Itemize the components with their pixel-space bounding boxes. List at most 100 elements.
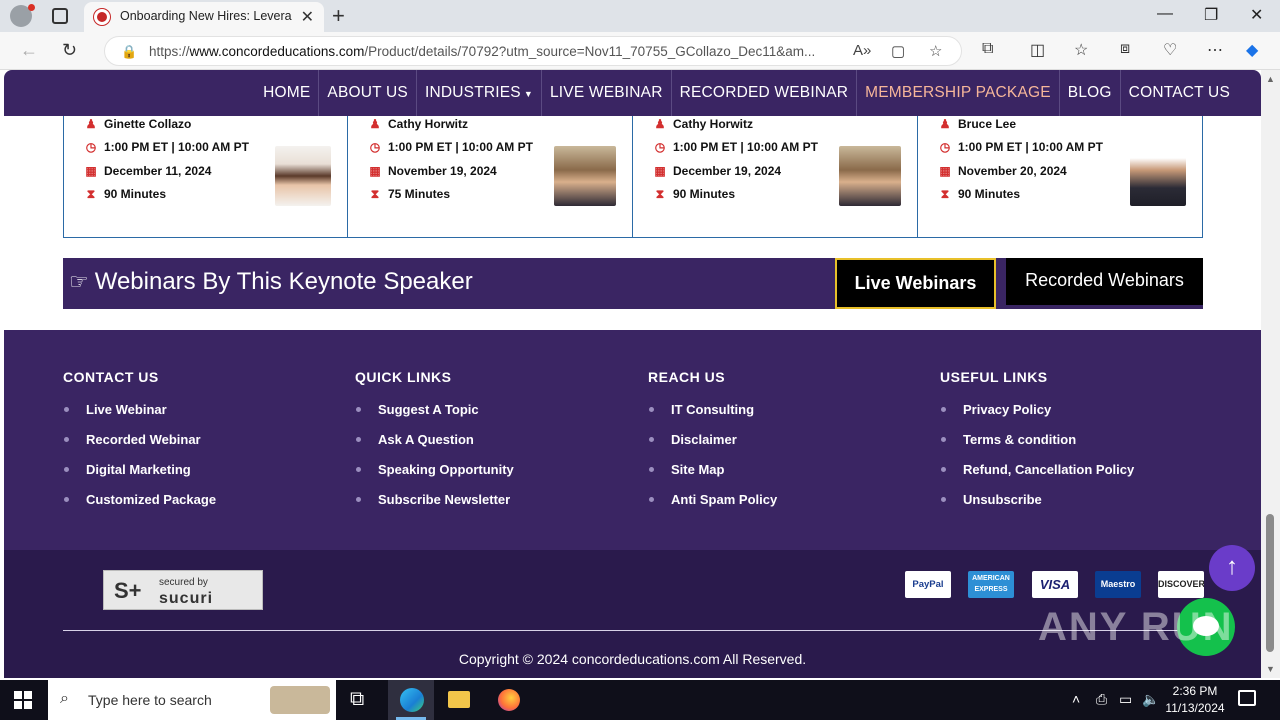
footer-link[interactable]: Live Webinar: [63, 402, 216, 432]
footer-link[interactable]: Site Map: [648, 462, 777, 492]
footer-link[interactable]: Customized Package: [63, 492, 216, 522]
url-input[interactable]: 🔒 https://www.concordeducations.com/Prod…: [104, 36, 962, 66]
speaker-row: ♟ Cathy Horwitz: [368, 117, 468, 131]
nav-about-us[interactable]: ABOUT US: [318, 70, 416, 116]
taskbar-clock[interactable]: 2:36 PM 11/13/2024: [1160, 683, 1230, 717]
lock-icon[interactable]: 🔒: [121, 44, 137, 60]
tab-close-icon[interactable]: ✕: [301, 7, 314, 27]
extensions-icon[interactable]: ⧉: [982, 40, 993, 58]
footer-column-reach-us: REACH US IT Consulting Disclaimer Site M…: [648, 369, 777, 522]
footer-column-contact: CONTACT US Live Webinar Recorded Webinar…: [63, 369, 216, 522]
nav-live-webinar[interactable]: LIVE WEBINAR: [540, 70, 671, 116]
keynote-speaker-bar: ☞ Webinars By This Keynote Speaker Live W…: [63, 258, 1203, 309]
browser-tab-active[interactable]: Onboarding New Hires: Leverage ✕: [84, 2, 324, 32]
back-to-top-arrow-icon[interactable]: ↑: [1209, 545, 1255, 591]
browser-tab-bar: Onboarding New Hires: Leverage ✕ + — ❐ ✕: [0, 0, 1280, 32]
recorded-webinars-button[interactable]: Recorded Webinars: [1006, 258, 1203, 305]
tray-chevron-up-icon[interactable]: ˄: [1072, 691, 1080, 707]
nav-home[interactable]: HOME: [255, 70, 318, 116]
speaker-icon: ♟: [939, 117, 951, 131]
live-webinars-button[interactable]: Live Webinars: [835, 258, 996, 309]
taskbar-search-box[interactable]: ⌕ Type here to search: [48, 680, 336, 720]
volume-icon[interactable]: 🔈: [1142, 691, 1159, 708]
split-screen-icon[interactable]: ◫: [1030, 40, 1045, 60]
favorite-star-icon[interactable]: ☆: [929, 42, 942, 60]
favorites-icon[interactable]: ☆: [1074, 40, 1088, 60]
hourglass-icon: ⧗: [370, 187, 380, 201]
footer-link[interactable]: Refund, Cancellation Policy: [940, 462, 1134, 492]
date-row: ▦ December 11, 2024: [84, 164, 211, 178]
clock-icon: ◷: [654, 140, 666, 154]
edge-taskbar-button[interactable]: [388, 680, 434, 720]
nav-contact-us[interactable]: CONTACT US: [1119, 70, 1238, 116]
nav-blog[interactable]: BLOG: [1058, 70, 1120, 116]
windows-start-icon[interactable]: [14, 691, 32, 709]
network-icon[interactable]: ▭: [1119, 691, 1132, 708]
paypal-logo: PayPal: [905, 571, 951, 598]
read-aloud-icon[interactable]: A»: [853, 42, 871, 59]
speaker-name: Cathy Horwitz: [388, 117, 469, 131]
footer-link[interactable]: Ask A Question: [355, 432, 514, 462]
new-tab-icon[interactable]: +: [332, 3, 345, 29]
page-scrollbar[interactable]: ▲ ▼: [1261, 70, 1280, 678]
scroll-thumb[interactable]: [1266, 514, 1274, 652]
footer-link[interactable]: Anti Spam Policy: [648, 492, 777, 522]
file-explorer-icon[interactable]: [448, 691, 470, 708]
sucuri-logo-icon: S+: [114, 578, 142, 603]
date-row: ▦ November 19, 2024: [368, 164, 497, 178]
restore-icon[interactable]: ❐: [1204, 5, 1218, 25]
maestro-logo: Maestro: [1095, 571, 1141, 598]
date-row: ▦ December 19, 2024: [653, 164, 781, 178]
scroll-up-arrow-icon[interactable]: ▲: [1266, 74, 1275, 84]
footer-link[interactable]: Suggest A Topic: [355, 402, 514, 432]
nav-membership-package[interactable]: MEMBERSHIP PACKAGE: [856, 70, 1059, 116]
footer-link[interactable]: Recorded Webinar: [63, 432, 216, 462]
url-text: https://www.concordeducations.com/Produc…: [149, 44, 816, 59]
webinar-card[interactable]: ♟ Cathy Horwitz ◷ 1:00 PM ET | 10:00 AM PT…: [348, 116, 633, 238]
tray-device-icon[interactable]: ⎙: [1096, 691, 1107, 708]
immersive-reader-icon[interactable]: ▢: [891, 42, 905, 60]
scroll-down-arrow-icon[interactable]: ▼: [1266, 664, 1275, 674]
edge-browser-icon: [400, 688, 424, 712]
search-highlight-image: [270, 686, 330, 714]
nav-industries[interactable]: INDUSTRIES ▼: [415, 70, 541, 116]
back-arrow-icon[interactable]: ←: [20, 40, 38, 61]
minimize-icon[interactable]: —: [1157, 5, 1173, 23]
sucuri-badge[interactable]: S+ secured by sucuri: [103, 570, 263, 610]
footer-link[interactable]: Digital Marketing: [63, 462, 216, 492]
nav-recorded-webinar[interactable]: RECORDED WEBINAR: [670, 70, 857, 116]
search-icon: ⌕: [60, 690, 69, 707]
window-close-icon[interactable]: ✕: [1250, 5, 1263, 25]
webinar-card[interactable]: ♟ Bruce Lee ◷ 1:00 PM ET | 10:00 AM PT ▦ No…: [918, 116, 1203, 238]
refresh-icon[interactable]: ↻: [62, 40, 77, 61]
speaker-photo: [275, 146, 331, 206]
footer-link[interactable]: IT Consulting: [648, 402, 777, 432]
task-view-icon[interactable]: ⧉: [350, 688, 364, 711]
notification-center-icon[interactable]: [1238, 690, 1256, 706]
footer-link[interactable]: Privacy Policy: [940, 402, 1134, 432]
firefox-icon[interactable]: [498, 689, 520, 711]
webinar-time: 1:00 PM ET | 10:00 AM PT: [958, 140, 1103, 154]
webinar-date: November 19, 2024: [388, 164, 497, 178]
footer-link[interactable]: Terms & condition: [940, 432, 1134, 462]
webinar-card[interactable]: ♟ Ginette Collazo ◷ 1:00 PM ET | 10:00 AM …: [63, 116, 348, 238]
nav-industries-label: INDUSTRIES: [424, 84, 521, 101]
footer-link[interactable]: Disclaimer: [648, 432, 777, 462]
tab-actions-icon[interactable]: [52, 8, 68, 24]
profile-status-dot: [28, 4, 35, 11]
duration-row: ⧗ 90 Minutes: [653, 187, 735, 202]
copilot-icon[interactable]: ◆: [1246, 40, 1258, 60]
collections-icon[interactable]: ⧈: [1120, 40, 1130, 58]
sucuri-caption: secured by: [159, 577, 208, 588]
speaker-row: ♟ Bruce Lee: [938, 117, 1016, 131]
footer-link[interactable]: Unsubscribe: [940, 492, 1134, 522]
speaker-name: Bruce Lee: [958, 117, 1017, 131]
footer-link[interactable]: Subscribe Newsletter: [355, 492, 514, 522]
footer-link[interactable]: Speaking Opportunity: [355, 462, 514, 492]
site-footer: CONTACT US Live Webinar Recorded Webinar…: [4, 330, 1261, 550]
speaker-row: ♟ Ginette Collazo: [84, 117, 192, 131]
browser-essentials-icon[interactable]: ♡: [1163, 40, 1177, 60]
webinar-card[interactable]: ♟ Cathy Horwitz ◷ 1:00 PM ET | 10:00 AM PT…: [633, 116, 918, 238]
search-placeholder: Type here to search: [88, 692, 212, 708]
more-menu-icon[interactable]: ⋯: [1207, 40, 1223, 60]
